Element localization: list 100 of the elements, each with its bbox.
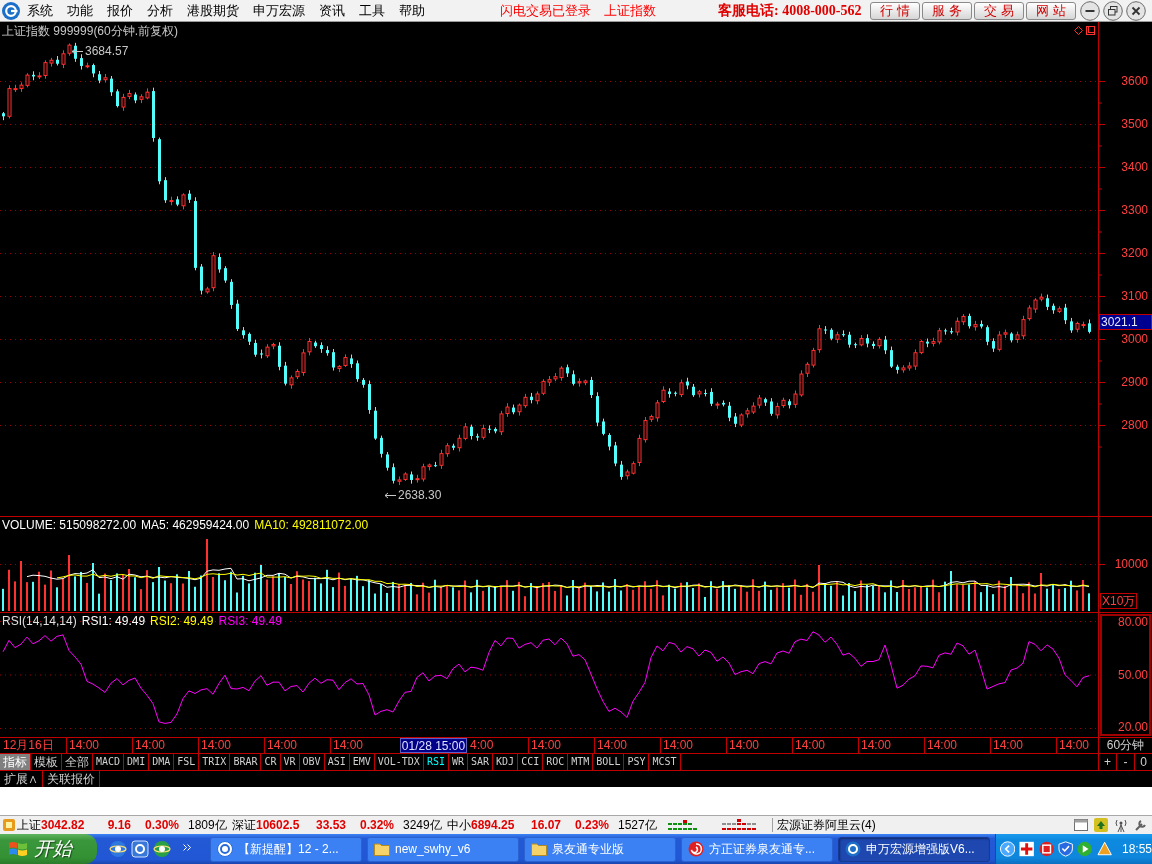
menu-item[interactable]: 报价 <box>100 0 140 21</box>
indicator-tab[interactable]: VR <box>280 754 300 770</box>
menu-item[interactable]: 申万宏源 <box>246 0 312 21</box>
indicator-tab[interactable]: MCST <box>649 754 681 770</box>
indicator-tab[interactable]: TRIX <box>199 754 231 770</box>
indicator-tab[interactable]: FSL <box>174 754 200 770</box>
index-value: 3042.82 <box>41 818 86 832</box>
hotline-text: 客服电话: 4008-000-562 <box>718 2 863 20</box>
taskbar-window-button[interactable]: 方正证券泉友通专... <box>681 836 833 862</box>
left-arrow-icon <box>384 491 396 499</box>
chevron-left-icon[interactable] <box>1000 841 1016 857</box>
wrench-icon[interactable] <box>1134 818 1148 832</box>
index-amount: 3249亿 <box>403 818 442 832</box>
planet-icon[interactable] <box>109 840 127 858</box>
folder-icon <box>374 842 390 856</box>
menu-item[interactable]: 分析 <box>140 0 180 21</box>
zoom-button[interactable]: 0 <box>1134 754 1152 770</box>
indicator-tab[interactable]: MTM <box>568 754 594 770</box>
period-label[interactable]: 60分钟 <box>1098 738 1152 753</box>
indicator-tab[interactable]: DMI <box>124 754 150 770</box>
mode-tab[interactable]: 模板 <box>31 754 62 770</box>
indicator-tab[interactable]: DMA <box>149 754 175 770</box>
menu-item[interactable]: 系统 <box>20 0 60 21</box>
cross-icon[interactable] <box>1019 841 1035 857</box>
rsi-axis-label: 50.00 <box>1117 668 1148 682</box>
mode-tab[interactable]: 全部 <box>62 754 93 770</box>
menu-item[interactable]: 帮助 <box>392 0 432 21</box>
swirl-icon <box>688 841 704 857</box>
cursor-time-label: 01/28 15:00 <box>400 738 467 753</box>
indicator-tab[interactable]: RSI <box>423 754 449 770</box>
menu-item[interactable]: 资讯 <box>312 0 352 21</box>
menu-item[interactable]: 功能 <box>60 0 100 21</box>
time-axis-label: 14:00 <box>330 738 396 753</box>
index-name: 中小 <box>447 818 471 832</box>
time-axis-label: 14:00 <box>198 738 264 753</box>
menu-item[interactable]: 港股期货 <box>180 0 246 21</box>
chevron-icon[interactable] <box>183 844 191 851</box>
mode-tab[interactable]: 指标 <box>0 754 31 770</box>
zoom-button[interactable]: + <box>1098 754 1116 770</box>
price-axis-label: 3100 <box>1121 289 1148 303</box>
index-amount: 1527亿 <box>618 818 657 832</box>
diamond-icon[interactable] <box>1074 26 1083 35</box>
antenna-icon[interactable] <box>1114 818 1128 832</box>
indicator-tab[interactable]: KDJ <box>493 754 519 770</box>
close-icon[interactable] <box>1126 0 1146 21</box>
nav-button[interactable]: 行 情 <box>870 1 920 20</box>
indicator-tab[interactable]: SAR <box>468 754 494 770</box>
minimize-icon[interactable] <box>1080 0 1100 21</box>
indicator-tab[interactable]: MACD <box>93 754 125 770</box>
time-axis-label: 14:00 <box>1056 738 1098 753</box>
price-axis-label: 3200 <box>1121 246 1148 260</box>
nav-button[interactable]: 网 站 <box>1026 1 1076 20</box>
window-icon[interactable] <box>1074 819 1088 831</box>
zoom-button[interactable]: - <box>1116 754 1134 770</box>
price-axis-label: 2900 <box>1121 375 1148 389</box>
square-icon[interactable] <box>1086 26 1095 35</box>
index-value: 6894.25 <box>471 818 516 832</box>
indicator-tab[interactable]: WR <box>448 754 468 770</box>
triangle-icon[interactable] <box>1096 841 1112 857</box>
stop-icon[interactable] <box>1038 841 1054 857</box>
start-button[interactable]: 开始 <box>0 834 97 864</box>
nav-button[interactable]: 交 易 <box>974 1 1024 20</box>
indicator-tab[interactable]: EMV <box>349 754 375 770</box>
nav-button[interactable]: 服 务 <box>922 1 972 20</box>
time-axis-label: 4:00 <box>469 738 495 753</box>
taskbar-window-button[interactable]: 泉友通专业版 <box>524 836 676 862</box>
taskbar-window-button[interactable]: new_swhy_v6 <box>367 836 519 862</box>
date-axis-label: 12月16日 <box>2 738 55 753</box>
rsi-axis-label: 80.00 <box>1117 615 1148 629</box>
time-axis-label: 14:00 <box>990 738 1056 753</box>
indicator-tab[interactable]: ROC <box>543 754 569 770</box>
play-icon[interactable] <box>1077 841 1093 857</box>
current-price-tag: 3021.1 <box>1099 314 1152 330</box>
shield-icon[interactable] <box>1058 841 1074 857</box>
taskbar-window-button[interactable]: 【新提醒】12 - 2... <box>210 836 362 862</box>
indicator-tab[interactable]: BOLL <box>593 754 625 770</box>
indicator-tab[interactable]: ASI <box>324 754 350 770</box>
index-name: 深证 <box>232 818 256 832</box>
restore-icon[interactable] <box>1103 0 1123 21</box>
indicator-tab[interactable]: BRAR <box>230 754 262 770</box>
indicator-tab[interactable]: PSY <box>624 754 650 770</box>
planet-icon[interactable] <box>153 840 171 858</box>
taskbar-window-button[interactable]: 申万宏源增强版V6... <box>838 836 990 862</box>
indicator-tab[interactable]: OBV <box>299 754 325 770</box>
clock-text: 18:55 <box>1121 842 1152 856</box>
menu-item[interactable]: 工具 <box>352 0 392 21</box>
tile-icon[interactable] <box>3 819 15 831</box>
folder-icon <box>531 842 547 856</box>
high-price-label: 3684.57 <box>85 44 129 58</box>
up-arrow-icon[interactable] <box>1094 818 1108 832</box>
time-axis-label: 14:00 <box>132 738 198 753</box>
time-axis-label: 14:00 <box>264 738 330 753</box>
volume-reading: MA5: 462959424.00 <box>141 518 250 532</box>
volume-unit-label: X10万 <box>1100 593 1138 609</box>
indicator-tab[interactable]: CCI <box>518 754 544 770</box>
app-tile-icon[interactable] <box>131 840 149 858</box>
indicator-tab[interactable]: CR <box>261 754 281 770</box>
indicator-tab[interactable]: VOL-TDX <box>374 754 424 770</box>
time-axis-label: 14:00 <box>924 738 990 753</box>
chart-title: 上证指数 999999(60分钟.前复权) <box>2 24 179 38</box>
